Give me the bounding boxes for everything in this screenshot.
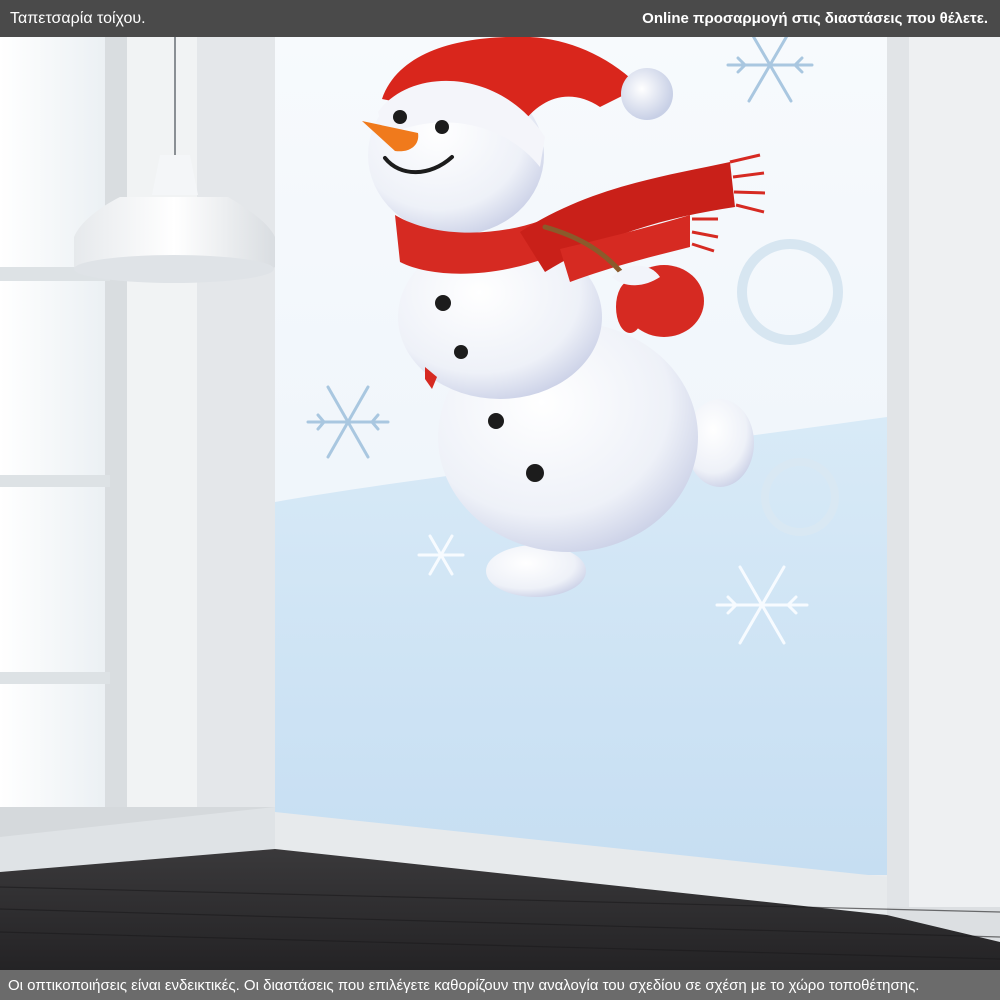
room-scene xyxy=(0,37,1000,970)
product-title: Ταπετσαρία τοίχου. xyxy=(10,9,146,27)
disclaimer-text: Οι οπτικοποιήσεις είναι ενδεικτικές. Οι … xyxy=(8,976,920,994)
wallpaper-panel xyxy=(275,37,887,875)
top-banner: Ταπετσαρία τοίχου. Online προσαρμογή στι… xyxy=(0,0,1000,37)
bottom-disclaimer: Οι οπτικοποιήσεις είναι ενδεικτικές. Οι … xyxy=(0,970,1000,1000)
customization-info: Online προσαρμογή στις διαστάσεις που θέ… xyxy=(642,10,988,27)
room-illustration xyxy=(0,37,1000,970)
